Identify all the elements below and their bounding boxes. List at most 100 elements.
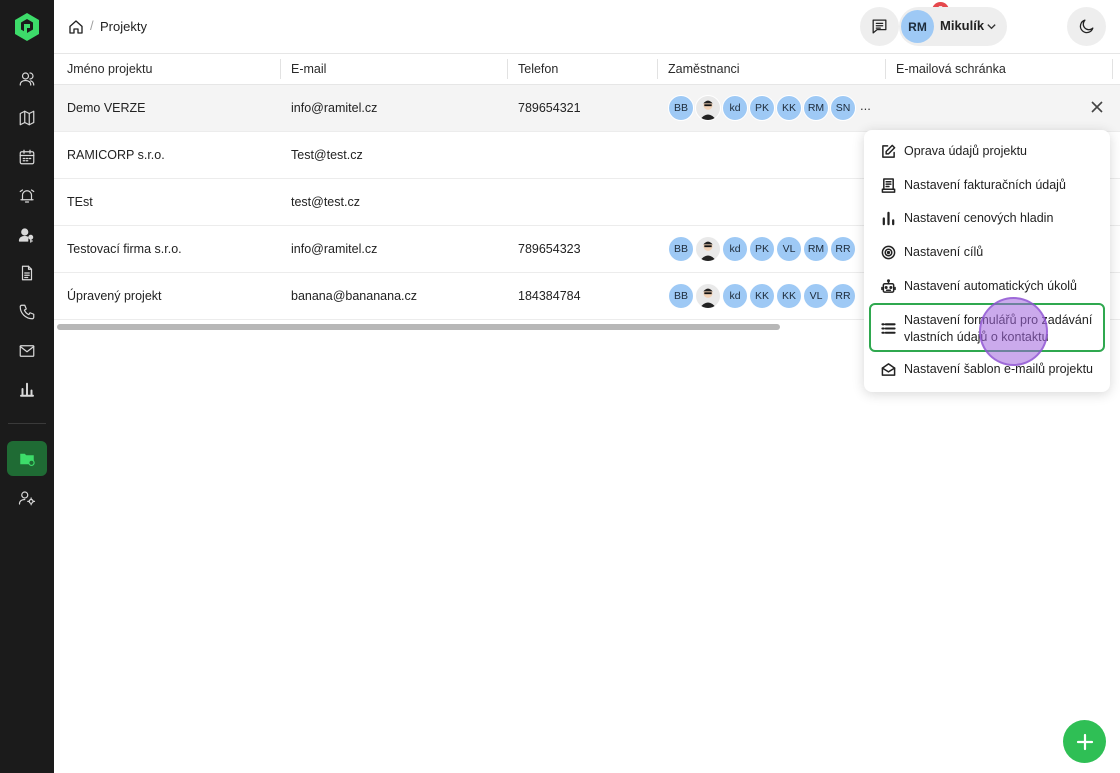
avatar: KK bbox=[776, 95, 802, 121]
sidebar-item-calls[interactable] bbox=[15, 300, 39, 324]
close-icon[interactable] bbox=[1090, 100, 1104, 114]
bar-chart-icon bbox=[882, 211, 895, 226]
column-separator bbox=[1112, 59, 1113, 79]
user-name: Mikulík bbox=[940, 18, 985, 33]
avatar: VL bbox=[776, 236, 802, 262]
users-icon bbox=[19, 72, 35, 86]
menu-item-price-levels[interactable]: Nastavení cenových hladin bbox=[864, 202, 1110, 235]
bar-chart-icon bbox=[20, 382, 34, 397]
click-indicator bbox=[979, 297, 1048, 366]
project-email: test@test.cz bbox=[291, 195, 360, 209]
table-header: Jméno projektu E-mail Telefon Zaměstnanc… bbox=[54, 54, 1120, 85]
sidebar-item-user-settings[interactable] bbox=[15, 486, 39, 510]
avatar-photo bbox=[695, 236, 721, 262]
app-logo-icon[interactable] bbox=[14, 12, 40, 42]
project-name: Demo VERZE bbox=[67, 101, 146, 115]
more-employees-indicator: ... bbox=[860, 98, 871, 113]
scrollbar-thumb[interactable] bbox=[57, 324, 780, 330]
robot-icon bbox=[881, 279, 896, 293]
avatar: kd bbox=[722, 283, 748, 309]
menu-item-label: Nastavení cenových hladin bbox=[904, 211, 1054, 225]
invoice-icon bbox=[881, 178, 896, 193]
user-key-icon bbox=[18, 228, 34, 243]
sidebar-item-calendar[interactable] bbox=[15, 145, 39, 169]
avatar: PK bbox=[749, 236, 775, 262]
list-icon bbox=[881, 323, 896, 334]
menu-item-label: Nastavení šablon e-mailů projektu bbox=[904, 362, 1093, 376]
alarm-icon bbox=[19, 189, 35, 203]
breadcrumb-separator: / bbox=[90, 18, 94, 33]
sidebar-item-alerts[interactable] bbox=[15, 184, 39, 208]
sidebar-item-email[interactable] bbox=[15, 339, 39, 363]
phone-icon bbox=[19, 304, 35, 320]
column-header-phone[interactable]: Telefon bbox=[518, 62, 558, 76]
plus-icon bbox=[1076, 733, 1093, 750]
chevron-down-icon bbox=[987, 24, 996, 30]
moon-icon bbox=[1079, 19, 1094, 34]
sidebar-item-projects[interactable] bbox=[7, 441, 47, 476]
document-icon bbox=[21, 265, 33, 281]
folder-settings-icon bbox=[20, 453, 35, 466]
menu-item-label: Nastavení automatických úkolů bbox=[904, 279, 1078, 293]
mail-icon bbox=[19, 345, 35, 357]
user-settings-icon bbox=[18, 491, 36, 506]
sidebar bbox=[0, 0, 54, 773]
menu-item-label: Nastavení cílů bbox=[904, 245, 984, 259]
sidebar-item-stats[interactable] bbox=[15, 377, 39, 401]
sidebar-item-map[interactable] bbox=[15, 106, 39, 130]
project-name: Úpravený projekt bbox=[67, 289, 162, 303]
sidebar-item-documents[interactable] bbox=[15, 261, 39, 285]
avatar: kd bbox=[722, 95, 748, 121]
avatar: BB bbox=[668, 95, 694, 121]
avatar: RM bbox=[901, 10, 934, 43]
project-email: banana@bananana.cz bbox=[291, 289, 417, 303]
project-email: info@ramitel.cz bbox=[291, 242, 378, 256]
avatar: KK bbox=[776, 283, 802, 309]
target-icon bbox=[881, 245, 896, 260]
avatar: RM bbox=[803, 95, 829, 121]
avatar: BB bbox=[668, 236, 694, 262]
employee-avatars: BB kd PK KK RM SN ... bbox=[668, 95, 871, 122]
menu-item-label: Nastavení fakturačních údajů bbox=[904, 178, 1066, 192]
menu-item-label: Oprava údajů projektu bbox=[904, 144, 1027, 158]
column-header-email[interactable]: E-mail bbox=[291, 62, 326, 76]
menu-item-edit-project[interactable]: Oprava údajů projektu bbox=[864, 135, 1110, 168]
table-row[interactable]: Demo VERZE info@ramitel.cz 789654321 BB … bbox=[54, 85, 1120, 132]
project-name: RAMICORP s.r.o. bbox=[67, 148, 165, 162]
employee-avatars: BB kd PK VL RM RR bbox=[668, 236, 857, 263]
home-icon[interactable] bbox=[68, 19, 84, 35]
column-header-employees[interactable]: Zaměstnanci bbox=[668, 62, 740, 76]
map-icon bbox=[19, 110, 35, 126]
avatar: RR bbox=[830, 283, 856, 309]
add-project-button[interactable] bbox=[1063, 720, 1106, 763]
column-separator bbox=[507, 59, 508, 79]
sidebar-item-user-key[interactable] bbox=[15, 223, 39, 247]
avatar: kd bbox=[722, 236, 748, 262]
column-separator bbox=[280, 59, 281, 79]
project-phone: 789654321 bbox=[518, 101, 581, 115]
avatar: SN bbox=[830, 95, 856, 121]
messages-button[interactable] bbox=[860, 7, 899, 46]
menu-item-email-templates[interactable]: Nastavení šablon e-mailů projektu bbox=[864, 353, 1110, 386]
avatar: RM bbox=[803, 236, 829, 262]
user-menu[interactable]: RM Mikulík bbox=[899, 7, 1007, 46]
sidebar-divider bbox=[8, 423, 46, 424]
column-header-name[interactable]: Jméno projektu bbox=[67, 62, 152, 76]
avatar: BB bbox=[668, 283, 694, 309]
menu-item-billing[interactable]: Nastavení fakturačních údajů bbox=[864, 169, 1110, 202]
chat-icon bbox=[872, 19, 887, 34]
avatar-photo bbox=[695, 283, 721, 309]
avatar: PK bbox=[749, 95, 775, 121]
page-title: Projekty bbox=[100, 19, 147, 34]
menu-item-auto-tasks[interactable]: Nastavení automatických úkolů bbox=[864, 270, 1110, 303]
column-separator bbox=[885, 59, 886, 79]
project-phone: 184384784 bbox=[518, 289, 581, 303]
menu-item-goals[interactable]: Nastavení cílů bbox=[864, 236, 1110, 269]
theme-toggle-button[interactable] bbox=[1067, 7, 1106, 46]
sidebar-item-contacts[interactable] bbox=[15, 67, 39, 91]
project-name: TEst bbox=[67, 195, 93, 209]
avatar: VL bbox=[803, 283, 829, 309]
avatar: RR bbox=[830, 236, 856, 262]
project-email: info@ramitel.cz bbox=[291, 101, 378, 115]
column-header-mailbox[interactable]: E-mailová schránka bbox=[896, 62, 1006, 76]
